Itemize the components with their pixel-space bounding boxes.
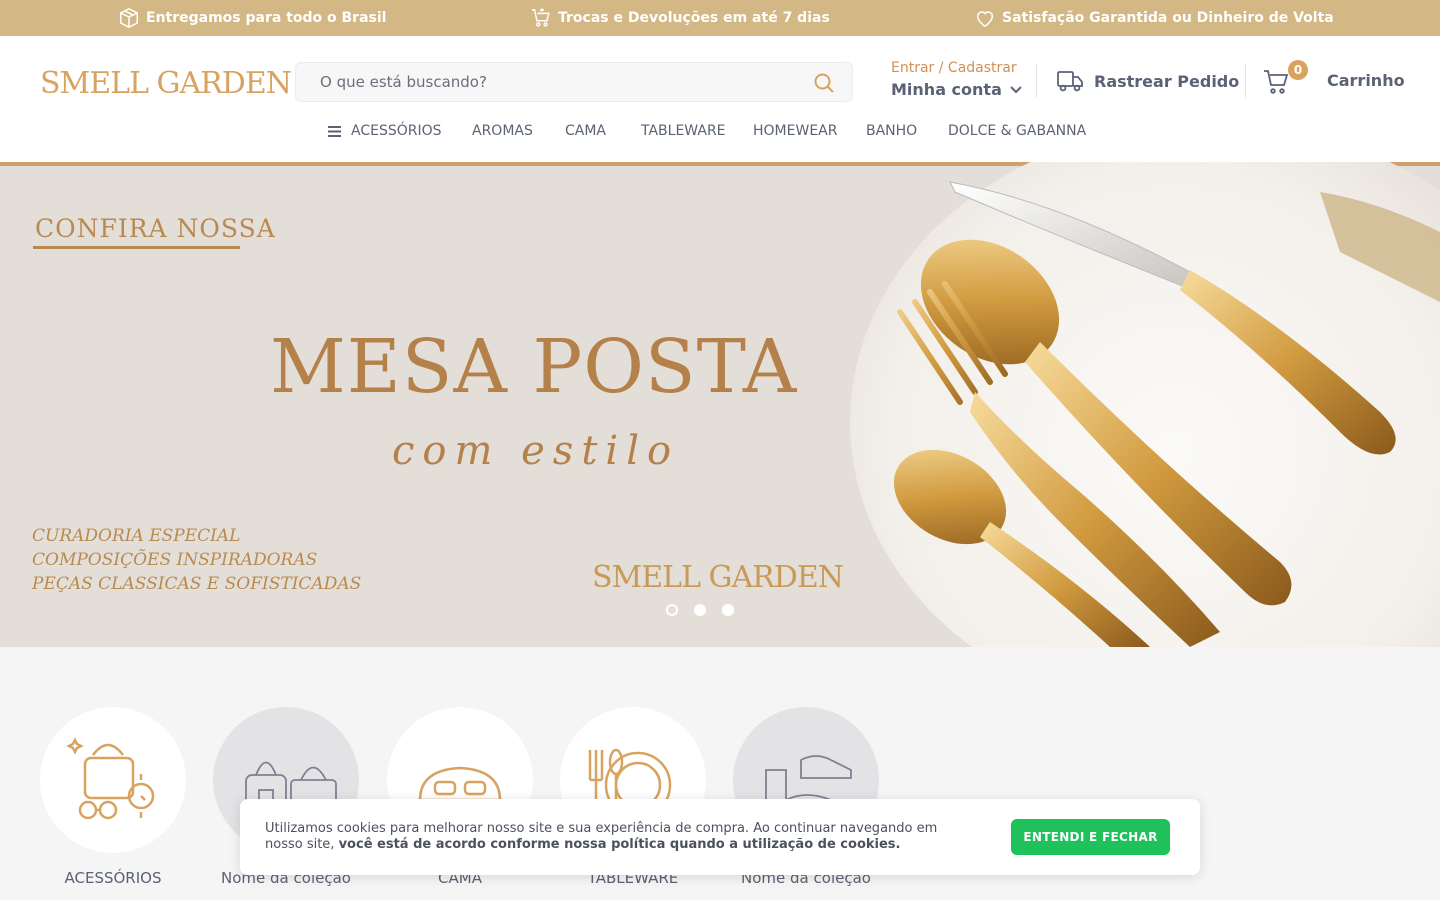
hero-feature: PEÇAS CLASSICAS E SOFISTICADAS [32,574,362,594]
cookie-message: Utilizamos cookies para melhorar nosso s… [265,821,965,853]
track-order-link[interactable]: Rastrear Pedido [1056,68,1239,94]
collection-image [40,707,186,853]
divider [1245,64,1246,98]
nav-item-tableware[interactable]: TABLEWARE [641,123,726,139]
collection-acessorios[interactable]: ACESSÓRIOS [40,707,186,887]
top-benefits-bar: Entregamos para todo o Brasil Trocas e D… [0,0,1440,36]
box-icon [120,8,138,28]
hero-feature: COMPOSIÇÕES INSPIRADORAS [32,550,318,570]
chevron-down-icon [1010,85,1022,93]
carousel-dot-2[interactable] [694,604,706,616]
search-bar [295,62,853,102]
hero-feature: CURADORIA ESPECIAL [32,526,241,546]
benefit-guarantee-text: Satisfação Garantida ou Dinheiro de Volt… [1002,10,1334,26]
hero-features: CURADORIA ESPECIAL COMPOSIÇÕES INSPIRADO… [32,524,361,596]
divider [1036,64,1037,98]
cart-count-badge: 0 [1288,60,1308,80]
hero-title: MESA POSTA [270,324,798,410]
benefit-shipping: Entregamos para todo o Brasil [118,0,386,36]
nav-item-homewear[interactable]: HOMEWEAR [753,123,837,139]
carousel-dot-1[interactable] [666,604,678,616]
main-nav: ACESSÓRIOS AROMAS CAMA TABLEWARE HOMEWEA… [0,120,1440,144]
cookie-message-bold: você está de acordo conforme nossa polít… [338,837,901,852]
cart-icon [1264,70,1289,94]
truck-icon [1057,71,1083,92]
account-menu[interactable]: Entrar / Cadastrar Minha conta [891,60,1022,99]
hero-kicker: CONFIRA NOSSA [35,214,276,243]
carousel-dot-3[interactable] [722,604,734,616]
cart-button[interactable]: 0 Carrinho [1262,60,1405,98]
hero-kicker-underline [33,246,240,249]
nav-item-cama[interactable]: CAMA [565,123,606,139]
login-register-link[interactable]: Entrar / Cadastrar [891,60,1022,76]
hero-subtitle: com estilo [392,428,680,474]
search-icon[interactable] [812,71,836,95]
nav-item-acessorios[interactable]: ACESSÓRIOS [351,123,442,139]
track-order-label: Rastrear Pedido [1094,71,1240,91]
benefit-guarantee: Satisfação Garantida ou Dinheiro de Volt… [974,0,1334,36]
my-account-dropdown[interactable]: Minha conta [891,80,1022,99]
nav-item-dolce-gabanna[interactable]: DOLCE & GABANNA [948,123,1086,139]
hero-brand-logo: SMELL GARDEN [592,560,844,595]
logo-text: SMELL GARDEN [40,66,292,101]
my-account-label: Minha conta [891,80,1002,99]
menu-icon[interactable] [328,126,341,137]
accept-cookies-button[interactable]: ENTENDI E FECHAR [1011,819,1170,855]
nav-item-banho[interactable]: BANHO [866,123,917,139]
cart-return-icon [531,8,550,27]
cookie-consent-banner: Utilizamos cookies para melhorar nosso s… [240,799,1200,875]
benefit-returns-text: Trocas e Devoluções em até 7 dias [558,10,830,26]
heart-icon [976,11,994,28]
search-input[interactable] [296,73,796,91]
carousel-dots [666,604,734,616]
cart-label: Carrinho [1327,71,1405,90]
gold-cutlery-image [893,181,1440,647]
hero-banner[interactable]: CONFIRA NOSSA MESA POSTA com estilo CURA… [0,162,1440,647]
nav-item-aromas[interactable]: AROMAS [472,123,533,139]
benefit-shipping-text: Entregamos para todo o Brasil [146,10,387,26]
benefit-returns: Trocas e Devoluções em até 7 dias [530,0,830,36]
bag-watch-glasses-icon [66,737,155,820]
site-header: SMELL GARDEN Entrar / Cadastrar Minha co… [0,36,1440,162]
site-logo[interactable]: SMELL GARDEN [38,58,292,108]
